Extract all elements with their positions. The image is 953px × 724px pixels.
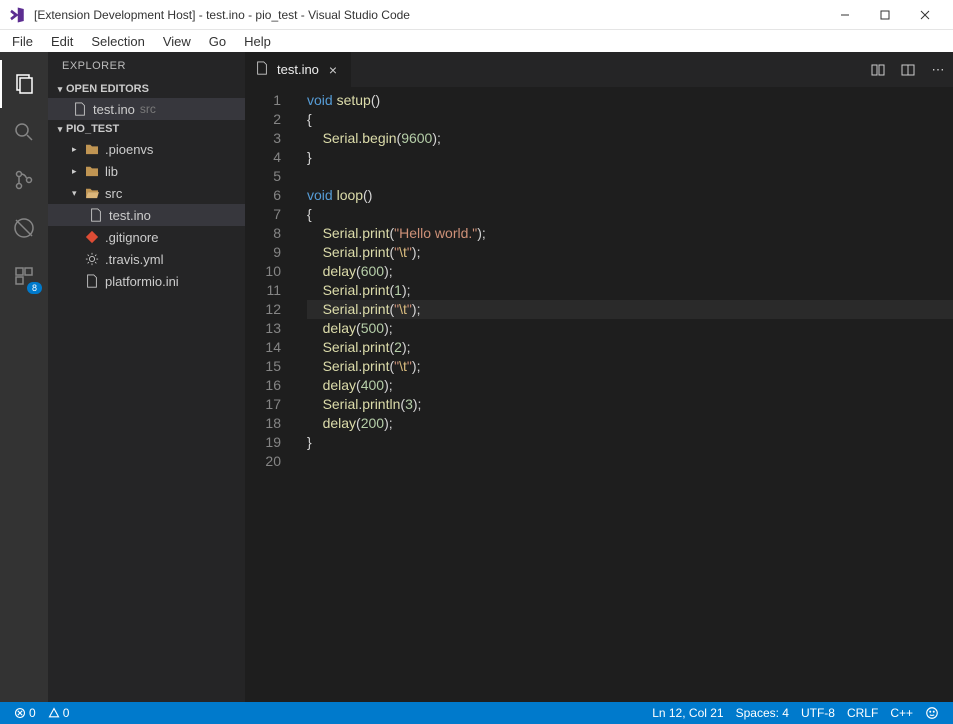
status-warnings[interactable]: 0	[42, 702, 76, 724]
status-eol[interactable]: CRLF	[841, 702, 884, 724]
open-editor-name: test.ino	[93, 102, 135, 117]
tab-bar: test.ino × ⋯	[245, 52, 953, 87]
vscode-icon	[8, 6, 26, 24]
status-feedback-icon[interactable]	[919, 702, 945, 724]
status-spaces[interactable]: Spaces: 4	[730, 702, 795, 724]
chevron-right-icon: ▸	[72, 166, 84, 177]
close-tab-icon[interactable]: ×	[325, 62, 341, 78]
tree-label: test.ino	[109, 208, 151, 223]
tree-label: src	[105, 186, 122, 201]
menu-bar: File Edit Selection View Go Help	[0, 30, 953, 52]
more-actions-icon[interactable]: ⋯	[923, 52, 953, 87]
close-window-button[interactable]	[905, 0, 945, 30]
activity-search[interactable]	[0, 108, 48, 156]
tree-folder-lib[interactable]: ▸ lib	[48, 160, 245, 182]
tree-folder-src[interactable]: ▾ src	[48, 182, 245, 204]
tree-label: platformio.ini	[105, 274, 179, 289]
tree-label: .pioenvs	[105, 142, 153, 157]
explorer-sidebar: EXPLORER ▾ OPEN EDITORS test.ino src ▾ P…	[48, 52, 245, 702]
activity-bar: 8	[0, 52, 48, 702]
menu-file[interactable]: File	[4, 32, 41, 51]
activity-extensions[interactable]: 8	[0, 252, 48, 300]
split-editor-icon[interactable]	[863, 52, 893, 87]
menu-help[interactable]: Help	[236, 32, 279, 51]
menu-view[interactable]: View	[155, 32, 199, 51]
status-language[interactable]: C++	[884, 702, 919, 724]
line-gutter: 1234567891011121314151617181920	[245, 87, 297, 702]
workbench: 8 EXPLORER ▾ OPEN EDITORS test.ino src ▾…	[0, 52, 953, 702]
activity-explorer[interactable]	[0, 60, 48, 108]
git-icon	[84, 230, 100, 244]
file-icon	[72, 102, 88, 116]
extensions-badge: 8	[27, 282, 42, 294]
open-editors-label: OPEN EDITORS	[66, 83, 149, 95]
status-line-col[interactable]: Ln 12, Col 21	[646, 702, 729, 724]
open-editors-header[interactable]: ▾ OPEN EDITORS	[48, 80, 245, 98]
chevron-right-icon: ▸	[72, 144, 84, 155]
editor-tab[interactable]: test.ino ×	[245, 52, 351, 87]
chevron-down-icon: ▾	[54, 124, 66, 135]
menu-selection[interactable]: Selection	[83, 32, 152, 51]
tree-label: lib	[105, 164, 118, 179]
tree-label: .gitignore	[105, 230, 158, 245]
tree-file-test-ino[interactable]: test.ino	[48, 204, 245, 226]
file-icon	[88, 208, 104, 222]
project-name: PIO_TEST	[66, 123, 119, 135]
editor-area: test.ino × ⋯ 123456789101112131415161718…	[245, 52, 953, 702]
chevron-down-icon: ▾	[72, 188, 84, 199]
maximize-button[interactable]	[865, 0, 905, 30]
minimize-button[interactable]	[825, 0, 865, 30]
code-editor[interactable]: 1234567891011121314151617181920 void set…	[245, 87, 953, 702]
menu-edit[interactable]: Edit	[43, 32, 81, 51]
file-icon	[84, 274, 100, 288]
menu-go[interactable]: Go	[201, 32, 234, 51]
tree-file-travis[interactable]: .travis.yml	[48, 248, 245, 270]
status-bar: 0 0 Ln 12, Col 21 Spaces: 4 UTF-8 CRLF C…	[0, 702, 953, 724]
window-title-bar: [Extension Development Host] - test.ino …	[0, 0, 953, 30]
status-errors[interactable]: 0	[8, 702, 42, 724]
activity-debug[interactable]	[0, 204, 48, 252]
tree-file-gitignore[interactable]: .gitignore	[48, 226, 245, 248]
window-title-text: [Extension Development Host] - test.ino …	[34, 8, 410, 22]
folder-open-icon	[84, 187, 100, 199]
code-content[interactable]: void setup(){ Serial.begin(9600);}void l…	[297, 87, 953, 702]
editor-layout-icon[interactable]	[893, 52, 923, 87]
chevron-down-icon: ▾	[54, 84, 66, 95]
folder-icon	[84, 143, 100, 155]
tree-label: .travis.yml	[105, 252, 164, 267]
activity-scm[interactable]	[0, 156, 48, 204]
tree-folder-pioenvs[interactable]: ▸ .pioenvs	[48, 138, 245, 160]
folder-icon	[84, 165, 100, 177]
sidebar-title: EXPLORER	[48, 52, 245, 80]
project-header[interactable]: ▾ PIO_TEST	[48, 120, 245, 138]
tree-file-platformio[interactable]: platformio.ini	[48, 270, 245, 292]
tab-label: test.ino	[277, 62, 319, 77]
status-encoding[interactable]: UTF-8	[795, 702, 841, 724]
file-icon	[255, 61, 271, 78]
open-editor-item[interactable]: test.ino src	[48, 98, 245, 120]
open-editor-path: src	[140, 102, 156, 116]
gear-icon	[84, 252, 100, 266]
